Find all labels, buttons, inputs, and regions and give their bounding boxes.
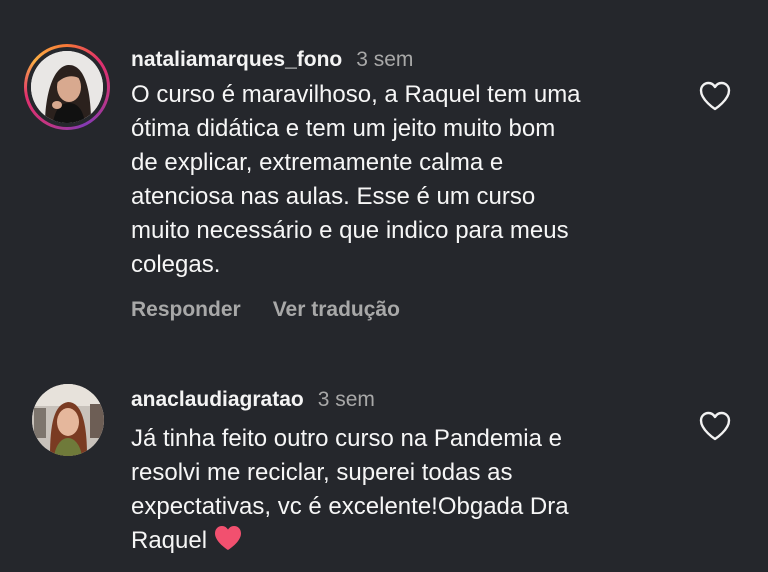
username[interactable]: anaclaudiagratao xyxy=(131,382,304,418)
heart-outline-icon xyxy=(699,411,731,441)
comment-body: anaclaudiagratao 3 sem Já tinha feito ou… xyxy=(131,382,671,558)
comment-meta: anaclaudiagratao 3 sem xyxy=(131,382,671,418)
comment-text: Já tinha feito outro curso na Pandemia e… xyxy=(131,422,671,558)
comment-text: O curso é maravilhoso, a Raquel tem uma … xyxy=(131,81,581,278)
story-ring xyxy=(24,44,110,130)
heart-outline-icon xyxy=(699,81,731,111)
comment-actions: Responder Ver tradução xyxy=(131,298,671,322)
avatar-photo xyxy=(32,384,104,456)
avatar-story-ring[interactable] xyxy=(24,44,110,130)
avatar xyxy=(31,51,103,123)
timestamp: 3 sem xyxy=(356,48,414,71)
red-heart-emoji-icon xyxy=(213,524,243,552)
translate-button[interactable]: Ver tradução xyxy=(273,298,400,322)
comment-text-content: Já tinha feito outro curso na Pandemia e… xyxy=(131,425,569,554)
avatar-photo xyxy=(31,51,103,123)
comment-body: nataliamarques_fono 3 sem O curso é mara… xyxy=(131,42,671,322)
timestamp: 3 sem xyxy=(317,388,375,411)
comment-meta: nataliamarques_fono 3 sem xyxy=(131,42,671,78)
avatar[interactable] xyxy=(32,384,104,456)
like-button[interactable] xyxy=(698,80,732,112)
reply-button[interactable]: Responder xyxy=(131,298,241,322)
username[interactable]: nataliamarques_fono xyxy=(131,42,342,78)
like-button[interactable] xyxy=(698,410,732,442)
